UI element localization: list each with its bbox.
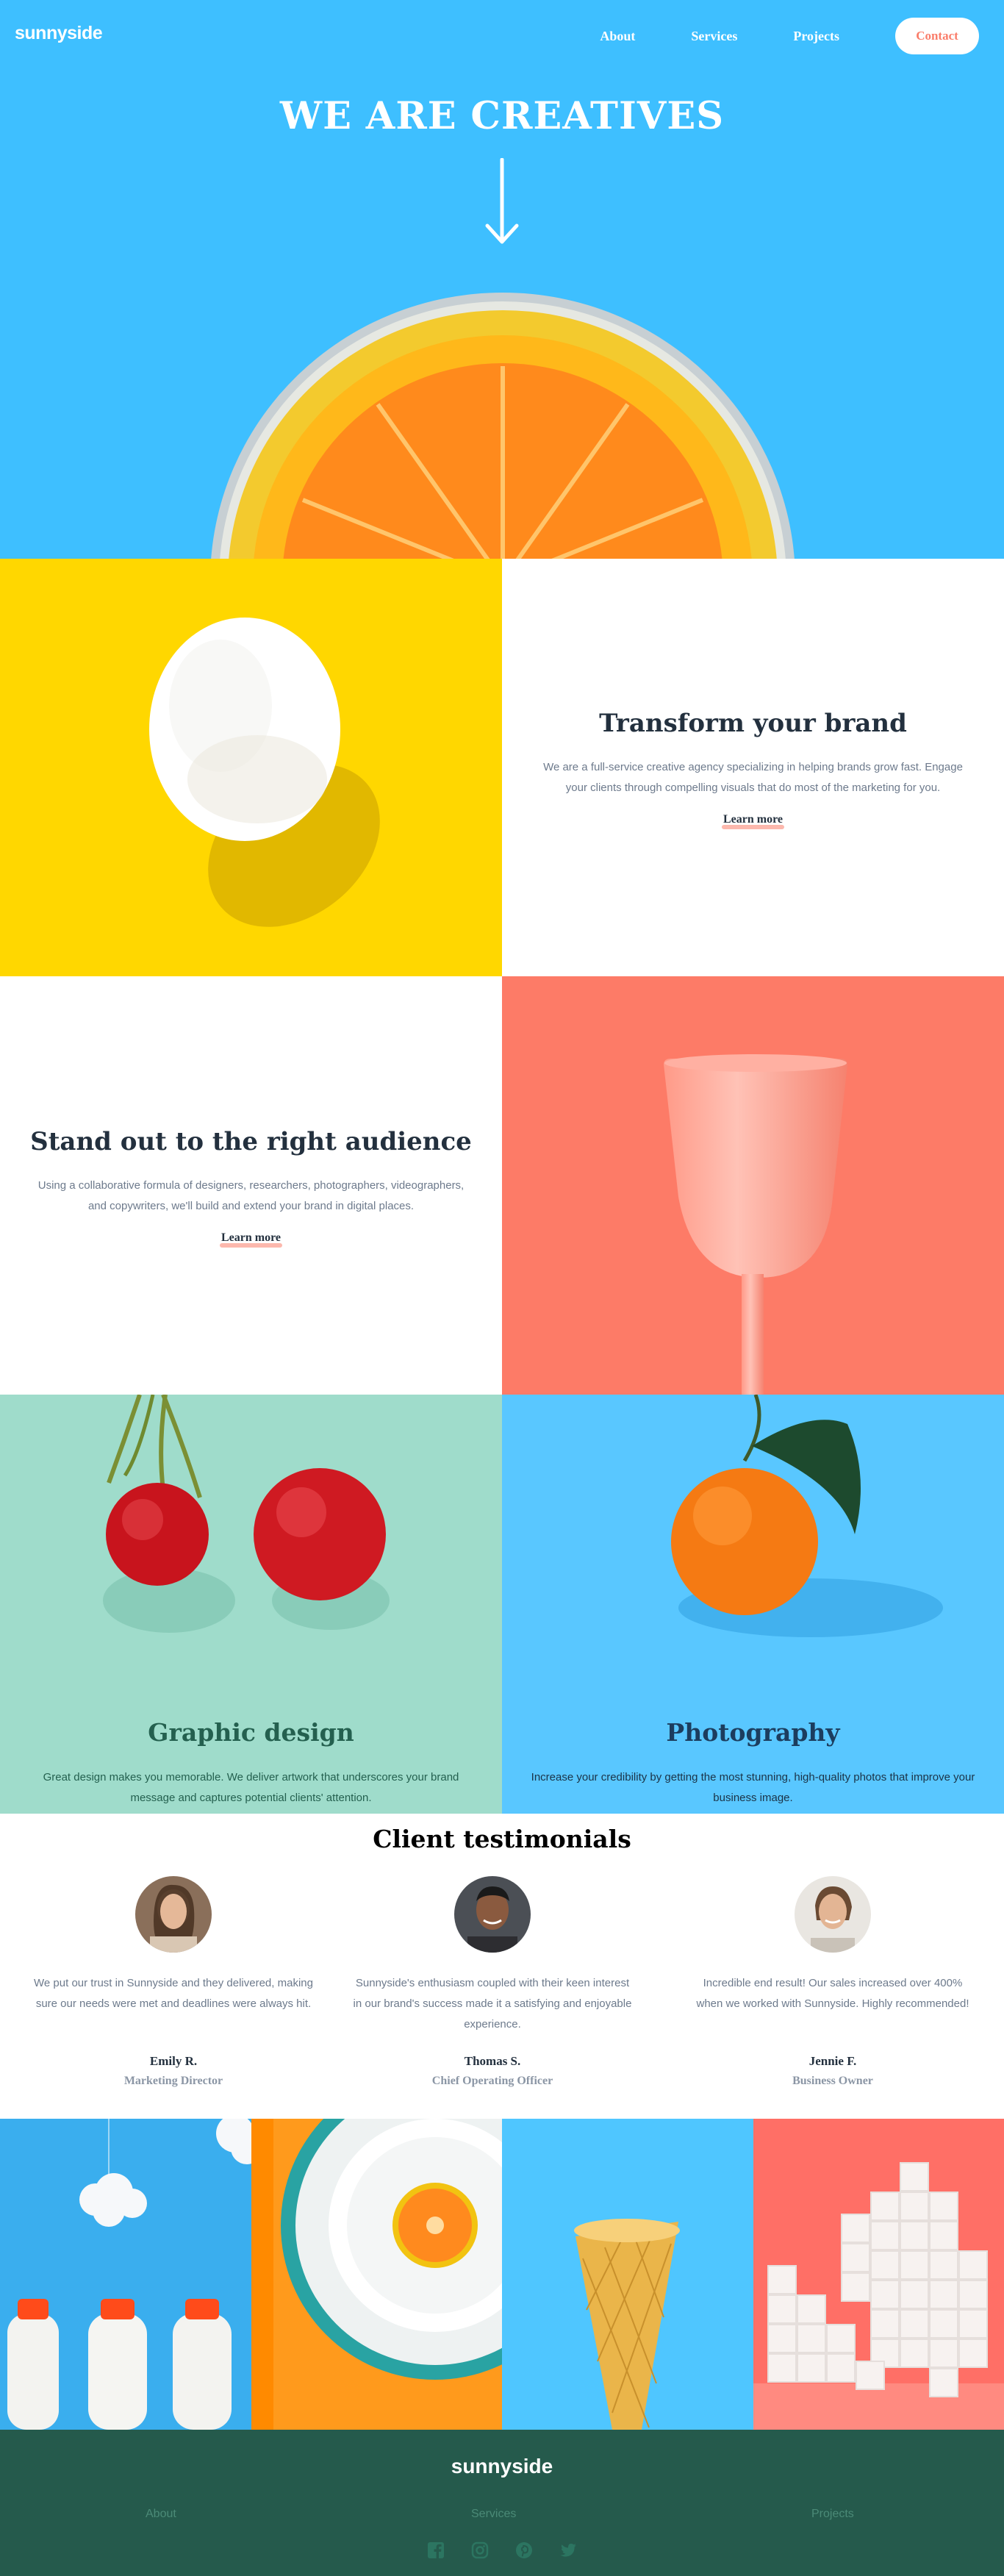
pinterest-icon[interactable] — [515, 2541, 533, 2559]
service-title: Graphic design — [148, 1718, 354, 1747]
feature-stand-out: Stand out to the right audience Using a … — [0, 976, 502, 1395]
hero-section: sunnyside About Services Projects Contac… — [0, 0, 1004, 559]
orange-slice-image — [211, 293, 795, 559]
footer-link-about[interactable]: About — [146, 2508, 176, 2521]
instagram-icon[interactable] — [471, 2541, 489, 2559]
gallery-sugar-cubes — [753, 2119, 1004, 2430]
twitter-icon[interactable] — [559, 2541, 577, 2559]
avatar — [795, 1876, 871, 1953]
social-links — [427, 2541, 603, 2559]
service-body: Increase your credibility by getting the… — [531, 1771, 975, 1804]
site-logo[interactable]: sunnyside — [15, 23, 103, 44]
footer-link-projects[interactable]: Projects — [811, 2508, 854, 2521]
feature-title: Transform your brand — [599, 709, 907, 738]
testimonial-card: We put our trust in Sunnyside and they d… — [34, 1876, 313, 2088]
feature-body: Using a collaborative formula of designe… — [37, 1178, 465, 1212]
testimonial-name: Emily R. — [149, 2054, 198, 2068]
facebook-icon[interactable] — [427, 2541, 445, 2559]
testimonial-name: Thomas S. — [464, 2054, 521, 2068]
cup-image — [502, 976, 1004, 1395]
learn-more-link[interactable]: Learn more — [721, 813, 785, 829]
avatar — [135, 1876, 212, 1953]
testimonial-text: We put our trust in Sunnyside and they d… — [34, 1977, 313, 2010]
testimonial-card: Incredible end result! Our sales increas… — [693, 1876, 972, 2088]
testimonial-role: Chief Operating Officer — [431, 2075, 553, 2087]
testimonial-role: Marketing Director — [123, 2075, 223, 2087]
feature-title: Stand out to the right audience — [30, 1126, 472, 1156]
footer-logo[interactable]: sunnyside — [0, 2455, 1004, 2478]
nav-about[interactable]: About — [600, 29, 635, 44]
footer: sunnyside About Services Projects — [0, 2430, 1004, 2576]
feature-body: We are a full-service creative agency sp… — [543, 761, 963, 794]
avatar — [454, 1876, 531, 1953]
arrow-down-icon[interactable] — [484, 158, 520, 246]
hero-title: WE ARE CREATIVES — [279, 94, 725, 138]
gallery-milk-bottles — [0, 2119, 251, 2430]
contact-button[interactable]: Contact — [895, 18, 979, 54]
service-title: Photography — [666, 1718, 840, 1747]
egg-image — [0, 559, 502, 976]
testimonials-title: Client testimonials — [373, 1825, 631, 1853]
footer-link-services[interactable]: Services — [471, 2508, 516, 2521]
main-nav: About Services Projects Contact — [600, 18, 979, 54]
nav-projects[interactable]: Projects — [793, 29, 839, 44]
service-body: Great design makes you memorable. We del… — [43, 1771, 459, 1804]
gallery-orange-plate — [251, 2119, 502, 2430]
testimonial-name: Jennie F. — [808, 2054, 857, 2068]
testimonial-text: Incredible end result! Our sales increas… — [696, 1977, 969, 2010]
feature-transform: Transform your brand We are a full-servi… — [502, 559, 1004, 976]
testimonial-card: Sunnyside's enthusiasm coupled with thei… — [353, 1876, 632, 2088]
graphic-design-card: Graphic design Great design makes you me… — [0, 1395, 502, 1814]
learn-more-link[interactable]: Learn more — [219, 1231, 283, 1248]
testimonial-text: Sunnyside's enthusiasm coupled with thei… — [353, 1977, 632, 2031]
nav-services[interactable]: Services — [691, 29, 737, 44]
gallery-ice-cream-cone — [502, 2119, 753, 2430]
testimonial-role: Business Owner — [792, 2075, 873, 2087]
photography-card: Photography Increase your credibility by… — [502, 1395, 1004, 1814]
